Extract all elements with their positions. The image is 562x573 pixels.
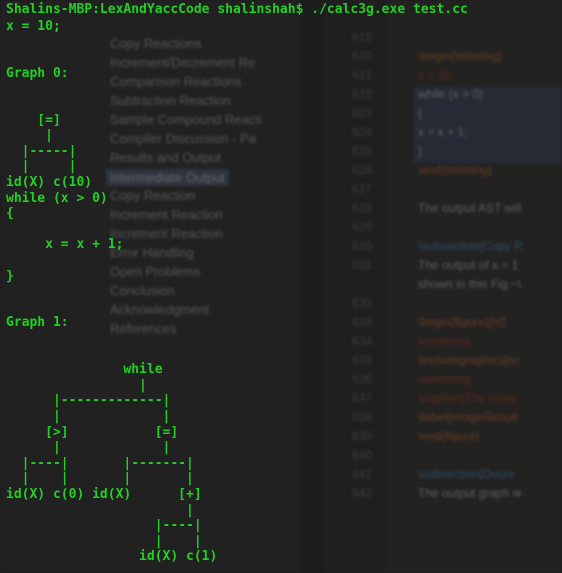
terminal-output-line: | | bbox=[6, 159, 77, 175]
terminal-output-line: { bbox=[6, 206, 14, 222]
terminal-prompt: Shalins-MBP:LexAndYaccCode shalinshah$ .… bbox=[6, 2, 468, 17]
terminal-output-line: } bbox=[6, 268, 14, 284]
terminal-output-line: |-------------| bbox=[6, 393, 171, 409]
terminal-output-line: | bbox=[6, 502, 194, 518]
terminal-output-line: | bbox=[6, 377, 147, 393]
terminal-output-line: |----| bbox=[6, 518, 202, 534]
terminal-output-line: id(X) c(10) bbox=[6, 175, 93, 190]
terminal-output-line: x = x + 1; bbox=[6, 237, 124, 253]
terminal-output-line: [=] bbox=[6, 112, 61, 128]
terminal-output-line: Graph 0: bbox=[6, 65, 69, 81]
terminal-output-line: | bbox=[6, 128, 53, 144]
terminal-output-line: Graph 1: bbox=[6, 315, 69, 331]
terminal-output-line: | | bbox=[6, 533, 202, 549]
terminal-output-line: while bbox=[6, 362, 163, 378]
terminal-output-line: id(X) c(0) id(X) [+] bbox=[6, 487, 202, 502]
terminal-output-line: id(X) c(1) bbox=[6, 549, 218, 565]
terminal-output-line: | | bbox=[6, 409, 171, 424]
terminal-output-line: |----| |-------| bbox=[6, 455, 194, 471]
terminal-output-line: | | bbox=[6, 440, 171, 456]
terminal-output-line: |-----| bbox=[6, 143, 77, 159]
terminal-output-line: while (x > 0) bbox=[6, 190, 108, 206]
terminal-output-line: x = 10; bbox=[6, 19, 61, 34]
terminal-output-line: | | | | bbox=[6, 471, 194, 487]
terminal-output-line: [>] [=] bbox=[6, 424, 179, 440]
terminal-window[interactable]: Shalins-MBP:LexAndYaccCode shalinshah$ .… bbox=[0, 0, 562, 573]
